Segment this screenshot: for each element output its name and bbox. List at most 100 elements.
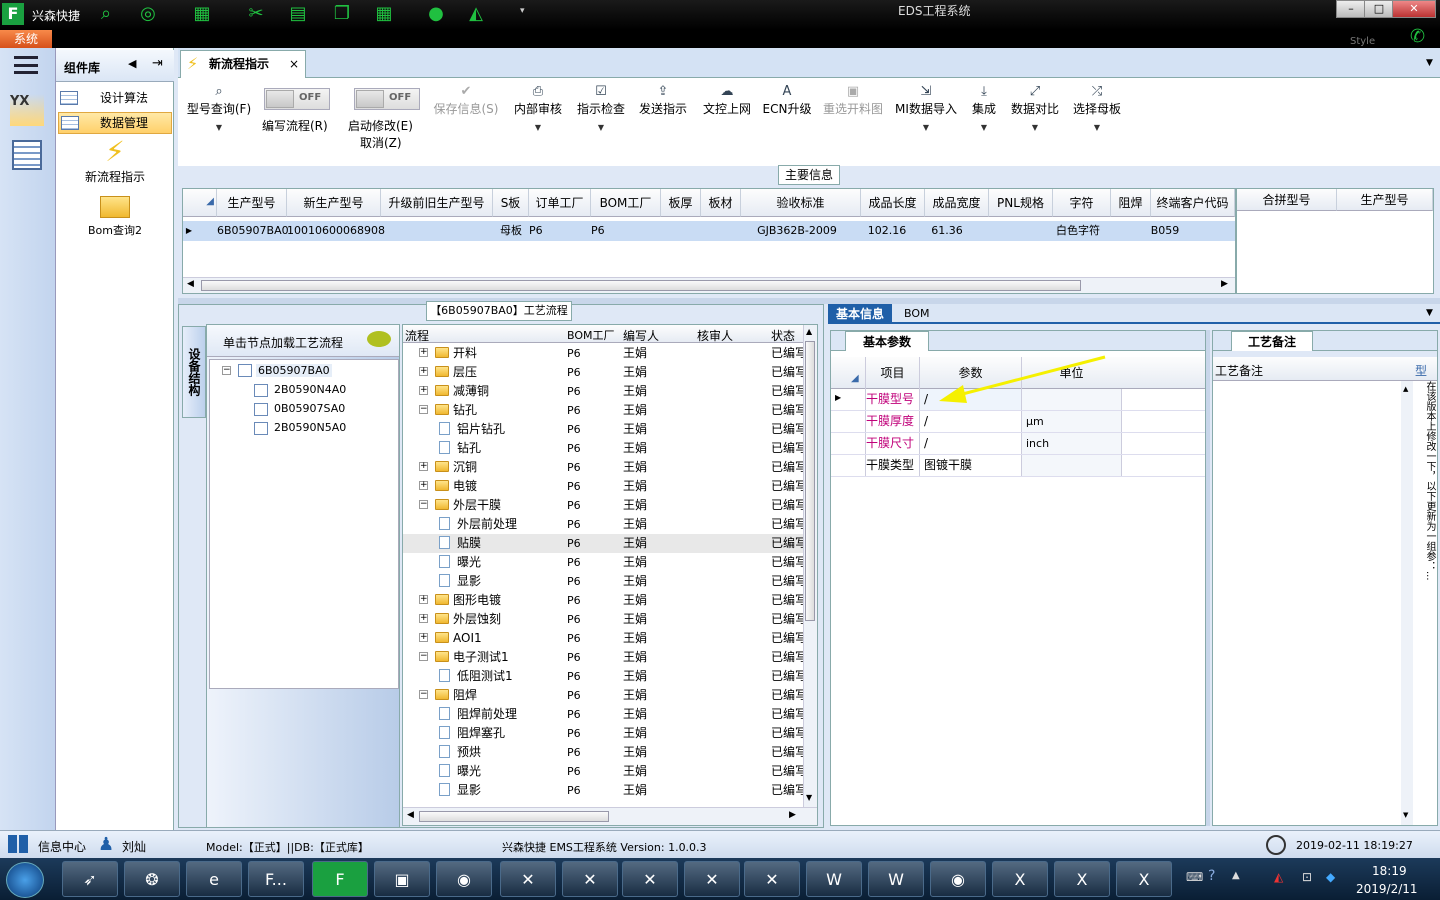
taskbar-word-icon[interactable]: W <box>806 861 862 897</box>
chevron-left-icon[interactable]: ◀ <box>128 57 136 70</box>
col-header[interactable]: 状态 <box>771 327 795 344</box>
flow-row[interactable]: + 减薄铜 P6 王娟 已编写 <box>403 382 815 401</box>
table-cell[interactable] <box>381 221 493 241</box>
table-cell[interactable]: 102.16 <box>861 221 913 241</box>
start-button[interactable] <box>6 862 44 898</box>
tray-expand-icon[interactable]: ▲ <box>1232 870 1240 881</box>
calculator-icon[interactable] <box>12 140 42 170</box>
expand-icon[interactable]: + <box>419 595 428 604</box>
param-unit[interactable] <box>1021 455 1121 476</box>
sidebar-item-design-algorithm[interactable]: 设计算法 <box>58 87 172 109</box>
film-icon[interactable]: ▤ <box>286 3 310 25</box>
scissors-icon[interactable]: ✂ <box>244 3 268 25</box>
menu-icon[interactable] <box>14 56 38 74</box>
tab-list-chevron-icon[interactable]: ▼ <box>1426 58 1433 68</box>
param-value[interactable]: 图镀干膜 <box>919 455 1021 476</box>
expand-icon[interactable]: + <box>419 481 428 490</box>
table-cell[interactable]: GJB362B-2009 <box>741 221 853 241</box>
table-row[interactable]: ▶ 6B05907BA0 10010600068908 母板 P6 P6 GJB… <box>183 221 1235 241</box>
expand-icon[interactable]: + <box>419 614 428 623</box>
tab-close-button[interactable]: × <box>289 51 299 77</box>
col-header[interactable]: 生产型号 <box>1337 189 1433 211</box>
collapse-icon[interactable]: − <box>419 405 428 414</box>
internal-review-button[interactable]: ⎙ 内部审核 ▼ <box>510 84 566 132</box>
col-header[interactable]: 成品宽度 <box>925 189 989 217</box>
expand-icon[interactable]: + <box>419 386 428 395</box>
keyboard-icon[interactable]: ⌨ <box>1186 870 1203 884</box>
scroll-right-icon[interactable]: ▶ <box>789 810 796 820</box>
table-cell[interactable] <box>661 221 701 241</box>
expand-icon[interactable]: + <box>419 462 428 471</box>
param-row[interactable]: 干膜尺寸 / inch <box>831 433 1205 455</box>
horizontal-scrollbar[interactable]: ◀ ▶ <box>183 277 1235 293</box>
tree-node[interactable]: 2B0590N4A0 <box>274 383 346 396</box>
col-header[interactable]: 生产型号 <box>217 189 287 217</box>
taskbar-excel-icon[interactable]: X <box>1054 861 1110 897</box>
scroll-down-icon[interactable]: ▼ <box>806 793 812 802</box>
param-row[interactable]: 干膜类型 图镀干膜 <box>831 455 1205 477</box>
model-query-button[interactable]: ⌕ 型号查询(F) ▼ <box>184 84 254 132</box>
taskbar-excel-icon[interactable]: ✕ <box>622 861 678 897</box>
table-cell[interactable]: 母板 <box>493 221 529 241</box>
param-extra-cell[interactable] <box>1121 433 1205 454</box>
flow-row[interactable]: + 外层蚀刻 P6 王娟 已编写 <box>403 610 815 629</box>
integrate-button[interactable]: ⤓ 集成 ▼ <box>966 84 1002 132</box>
param-extra-cell[interactable] <box>1121 411 1205 432</box>
send-instruction-button[interactable]: ⇪ 发送指示 <box>636 84 690 117</box>
collapse-icon[interactable]: − <box>222 366 231 375</box>
flow-row[interactable]: 曝光 P6 王娟 已编写 <box>403 762 815 781</box>
maximize-button[interactable]: □ <box>1364 0 1394 18</box>
tab-new-flow[interactable]: ⚡ 新流程指示 × <box>180 50 306 78</box>
col-header[interactable]: 新生产型号 <box>287 189 381 217</box>
copy-icon[interactable]: ❐ <box>330 3 354 25</box>
col-header[interactable]: 字符 <box>1053 189 1111 217</box>
scroll-down-icon[interactable]: ▼ <box>1403 811 1408 819</box>
flow-row[interactable]: 阻焊塞孔 P6 王娟 已编写 <box>403 724 815 743</box>
col-header[interactable]: 工艺备注 <box>1215 362 1263 379</box>
taskbar-app-shell-icon[interactable]: ❂ <box>124 861 180 897</box>
col-header[interactable]: 项目 <box>865 357 919 389</box>
scrollbar-thumb[interactable] <box>805 341 815 621</box>
col-header[interactable]: 验收标准 <box>741 189 861 217</box>
search-icon[interactable]: ⌕ <box>94 3 118 25</box>
flow-row[interactable]: + AOI1 P6 王娟 已编写 <box>403 629 815 648</box>
taskbar-excel-icon[interactable]: X <box>992 861 1048 897</box>
scroll-left-icon[interactable]: ◀ <box>407 810 414 820</box>
scroll-up-icon[interactable]: ▲ <box>1403 385 1408 393</box>
flow-row[interactable]: 显影 P6 王娟 已编写 <box>403 781 815 800</box>
detail-splitter[interactable] <box>1206 330 1210 826</box>
tree-node-root[interactable]: 6B05907BA0 <box>256 364 332 377</box>
close-button[interactable]: ✕ <box>1392 0 1436 18</box>
table-cell[interactable] <box>989 221 1053 241</box>
taskbar-excel-icon[interactable]: ✕ <box>684 861 740 897</box>
select-mother-board-button[interactable]: ⤮ 选择母板 ▼ <box>1070 84 1124 132</box>
taskbar-eye-icon[interactable]: ◉ <box>930 861 986 897</box>
expand-icon[interactable]: + <box>419 348 428 357</box>
ecn-upgrade-button[interactable]: A ECN升级 <box>762 84 812 117</box>
taskbar-excel-icon[interactable]: X <box>1116 861 1172 897</box>
flow-row[interactable]: 预烘 P6 王娟 已编写 <box>403 743 815 762</box>
scroll-right-icon[interactable]: ▶ <box>1221 279 1228 289</box>
flow-row[interactable]: 贴膜 P6 王娟 已编写 <box>403 534 815 553</box>
taskbar-app-g[interactable]: F... <box>248 861 304 897</box>
col-header[interactable]: 板材 <box>701 189 741 217</box>
help-icon[interactable]: ? <box>1208 868 1215 884</box>
col-header[interactable]: PNL规格 <box>989 189 1053 217</box>
table-cell[interactable]: P6 <box>529 221 543 241</box>
upload-doc-button[interactable]: ☁ 文控上网 <box>700 84 754 117</box>
yx-tool-icon[interactable]: YX <box>10 94 44 126</box>
col-header[interactable]: 型 <box>1415 362 1427 379</box>
sidebar-item-new-flow[interactable]: ⚡ 新流程指示 <box>60 136 170 188</box>
pin-icon[interactable]: ⇥ <box>152 56 163 71</box>
scrollbar-thumb[interactable] <box>201 280 1081 291</box>
mi-import-button[interactable]: ⇲ MI数据导入 ▼ <box>894 84 958 132</box>
collapse-icon[interactable]: − <box>419 652 428 661</box>
col-header[interactable]: 终端客户代码 <box>1151 189 1235 217</box>
param-value[interactable]: / <box>919 433 1021 454</box>
collapse-icon[interactable]: − <box>419 690 428 699</box>
tab-bom[interactable]: BOM <box>904 307 930 320</box>
col-header[interactable]: 升级前旧生产型号 <box>381 189 493 217</box>
edit-flow-toggle[interactable]: OFF <box>264 88 330 110</box>
flow-row[interactable]: 阻焊前处理 P6 王娟 已编写 <box>403 705 815 724</box>
col-header[interactable]: BOM工厂 <box>591 189 661 217</box>
